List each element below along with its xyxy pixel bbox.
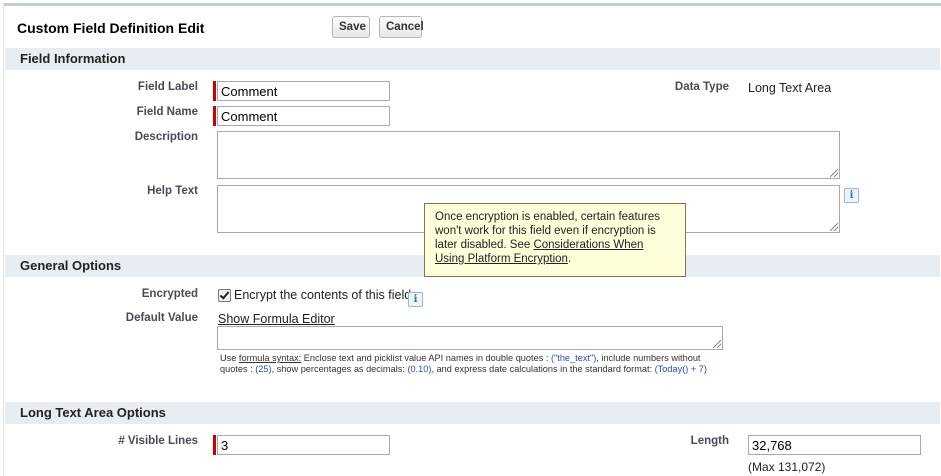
help-text: Enclose text and picklist value API name… — [301, 353, 551, 363]
field-label-input[interactable] — [217, 81, 390, 101]
length-input[interactable] — [748, 435, 921, 455]
section-header-long-text-area-options: Long Text Area Options — [5, 402, 940, 424]
help-text: , and express date calculations in the s… — [431, 363, 655, 374]
help-example: (Today() + 7) — [654, 363, 707, 374]
encrypt-checkbox-label: Encrypt the contents of this field — [234, 288, 412, 302]
formula-syntax-link[interactable]: formula syntax: — [239, 353, 301, 363]
help-text: Use — [220, 353, 239, 363]
page-title: Custom Field Definition Edit — [17, 20, 205, 36]
field-name-input[interactable] — [217, 106, 390, 126]
section-title: Long Text Area Options — [20, 405, 166, 420]
required-marker — [213, 81, 216, 101]
help-text: , show percentages as decimals: — [271, 363, 408, 374]
resize-handle-icon[interactable] — [713, 340, 721, 348]
section-title: General Options — [20, 258, 122, 273]
visible-lines-input[interactable] — [217, 435, 390, 455]
section-title: Field Information — [20, 51, 126, 66]
page-header: Custom Field Definition Edit Save Cancel — [4, 6, 941, 46]
info-icon[interactable]: i — [408, 292, 423, 307]
description-textarea[interactable] — [217, 131, 840, 179]
info-icon[interactable]: i — [844, 188, 859, 203]
required-marker — [213, 106, 216, 126]
section-header-field-information: Field Information — [5, 48, 940, 70]
resize-handle-icon[interactable] — [830, 223, 838, 231]
description-label: Description — [134, 131, 198, 143]
help-example: (0.10) — [407, 363, 432, 374]
encryption-tooltip: Once encryption is enabled, certain feat… — [424, 203, 686, 277]
default-value-textarea[interactable] — [217, 326, 723, 350]
data-type-value: Long Text Area — [748, 81, 832, 95]
cancel-button[interactable]: Cancel — [379, 16, 424, 38]
formula-syntax-help: Use formula syntax: Enclose text and pic… — [220, 353, 730, 374]
help-text-label: Help Text — [147, 185, 198, 197]
default-value-label: Default Value — [125, 312, 198, 324]
help-example: ("the_text") — [550, 353, 597, 363]
save-button[interactable]: Save — [332, 16, 370, 38]
required-marker — [213, 435, 216, 455]
tooltip-text: . — [567, 253, 572, 265]
data-type-label: Data Type — [674, 81, 729, 93]
show-formula-editor-link[interactable]: Show Formula Editor — [218, 312, 335, 326]
encrypt-checkbox[interactable] — [218, 289, 231, 302]
field-name-label: Field Name — [136, 106, 198, 118]
help-example: (25) — [255, 363, 272, 374]
visible-lines-label: # Visible Lines — [118, 435, 198, 447]
field-label-label: Field Label — [137, 81, 198, 93]
resize-handle-icon[interactable] — [830, 169, 838, 177]
encrypted-label: Encrypted — [141, 288, 198, 300]
length-label: Length — [690, 435, 729, 447]
length-max-note: (Max 131,072) — [748, 460, 826, 474]
